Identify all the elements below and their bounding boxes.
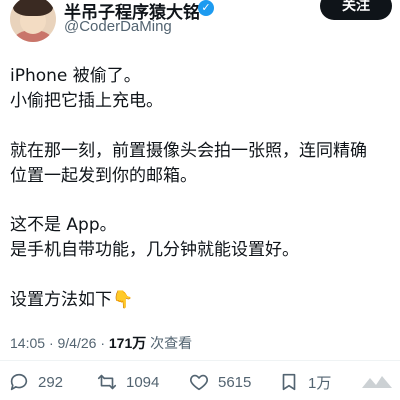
tweet-meta: 14:05 · 9/4/26 · 171万 次查看 — [10, 333, 192, 353]
bookmark-count: 1万 — [308, 374, 332, 392]
tweet-header: 半吊子程序猿大铭 ✓ @CoderDaMing 关注 — [0, 0, 400, 48]
tweet-line-7: 设置方法如下👇 — [10, 290, 134, 310]
tweet-line-1: iPhone 被偷了。 — [10, 66, 141, 86]
bookmark-icon — [282, 373, 296, 391]
tweet-line-5: 这不是 App。 — [10, 215, 117, 235]
tweet-date[interactable]: 9/4/26 — [58, 335, 97, 351]
watermark-icon — [362, 376, 392, 388]
tweet-line-2: 小偷把它插上充电。 — [10, 91, 163, 111]
reply-count: 292 — [38, 373, 64, 391]
avatar-hair — [13, 0, 53, 16]
reply-icon — [10, 373, 28, 391]
views-count: 171万 — [108, 335, 147, 351]
tweet-line-3: 就在那一刻，前置摄像头会拍一张照，连同精确 — [10, 141, 367, 161]
retweet-icon — [97, 374, 117, 390]
reply-button[interactable]: 292 — [8, 370, 63, 394]
like-button[interactable]: 5615 — [188, 370, 251, 394]
heart-icon — [190, 374, 208, 391]
like-count: 5615 — [218, 373, 252, 391]
follow-button[interactable]: 关注 — [320, 0, 392, 20]
divider — [0, 360, 400, 361]
retweet-count: 1094 — [126, 373, 160, 391]
tweet-line-4: 位置一起发到你的邮箱。 — [10, 166, 197, 186]
meta-separator: · — [48, 335, 54, 351]
bookmark-button[interactable]: 1万 — [278, 370, 331, 394]
tweet-time[interactable]: 14:05 — [10, 335, 45, 351]
meta-separator: · — [100, 335, 105, 351]
avatar[interactable] — [10, 0, 56, 42]
retweet-button[interactable]: 1094 — [96, 370, 159, 394]
views-label: 次查看 — [150, 335, 193, 351]
author-handle[interactable]: @CoderDaMing — [64, 18, 172, 35]
tweet-line-6: 是手机自带功能，几分钟就能设置好。 — [10, 240, 299, 260]
verified-badge-icon: ✓ — [198, 0, 214, 16]
